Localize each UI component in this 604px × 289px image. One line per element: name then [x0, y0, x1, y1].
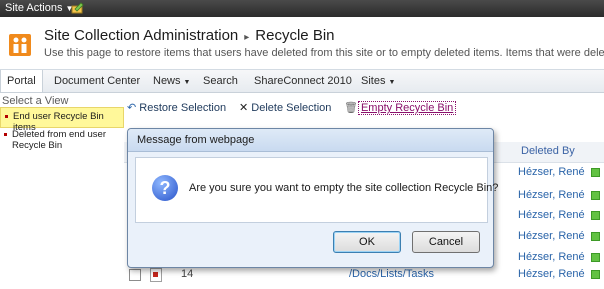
select-view-heading: Select a View: [2, 95, 69, 107]
nav-item-document-center[interactable]: Document Center: [54, 70, 140, 92]
view-deleted-from-end-user[interactable]: Deleted from end user Recycle Bin: [0, 129, 122, 153]
deleted-by-user[interactable]: Hézser, René: [518, 268, 600, 280]
presence-icon: [590, 231, 600, 241]
left-navigation: Select a View End user Recycle Bin items…: [0, 93, 124, 289]
nav-item-news-label: News: [153, 75, 181, 87]
user-name: Hézser, René: [518, 189, 585, 201]
ok-button[interactable]: OK: [333, 231, 401, 253]
site-actions-menu[interactable]: Site Actions ▼: [5, 2, 73, 14]
user-name: Hézser, René: [518, 166, 585, 178]
cancel-button[interactable]: Cancel: [412, 231, 480, 253]
deleted-by-user[interactable]: Hézser, René: [518, 189, 600, 201]
question-icon: ?: [152, 175, 178, 201]
nav-item-sites[interactable]: Sites ▼: [361, 70, 395, 92]
user-name: Hézser, René: [518, 268, 585, 280]
view-end-user-items[interactable]: End user Recycle Bin items: [0, 107, 124, 133]
deleted-by-user[interactable]: Hézser, René: [518, 209, 600, 221]
nav-item-search[interactable]: Search: [203, 70, 238, 92]
page-title-text: Recycle Bin: [255, 27, 335, 44]
dialog-body: ? Are you sure you want to empty the sit…: [135, 157, 498, 223]
row-path-link[interactable]: /Docs/Lists/Tasks: [349, 268, 434, 280]
chevron-down-icon: ▼: [388, 79, 396, 86]
restore-label: Restore Selection: [139, 102, 227, 114]
empty-recycle-bin-button[interactable]: 🗑 Empty Recycle Bin: [344, 101, 457, 115]
bullet-icon: [4, 133, 7, 136]
site-title-link[interactable]: Site Collection Administration: [44, 27, 238, 44]
restore-icon: ↶: [127, 102, 137, 114]
user-name: Hézser, René: [518, 209, 585, 221]
user-name: Hézser, René: [518, 230, 585, 242]
presence-icon: [590, 190, 600, 200]
presence-icon: [590, 167, 600, 177]
user-name: Hézser, René: [518, 251, 585, 263]
site-logo-icon: [9, 34, 31, 56]
deleted-by-user[interactable]: Hézser, René: [518, 251, 600, 263]
page-title: Site Collection Administration ▸ Recycle B…: [44, 27, 335, 44]
nav-item-portal[interactable]: Portal: [0, 70, 43, 92]
row-checkbox[interactable]: [129, 269, 141, 281]
view-label: Deleted from end user Recycle Bin: [12, 129, 106, 151]
dialog-title-bar[interactable]: Message from webpage: [128, 129, 493, 152]
delete-label: Delete Selection: [251, 102, 332, 114]
edit-page-icon[interactable]: [71, 2, 84, 14]
recycle-bin-icon: 🗑: [344, 102, 358, 114]
dialog-message: Are you sure you want to empty the site …: [189, 182, 499, 194]
restore-selection-button[interactable]: ↶ Restore Selection: [127, 101, 226, 114]
nav-item-news[interactable]: News ▼: [153, 70, 190, 92]
presence-icon: [590, 269, 600, 279]
empty-recycle-bin-label: Empty Recycle Bin: [357, 101, 457, 115]
nav-item-sites-label: Sites: [361, 75, 386, 87]
nav-item-shareconnect[interactable]: ShareConnect 2010: [254, 70, 352, 92]
delete-icon: ✕: [239, 102, 249, 114]
row-id: 14: [181, 268, 194, 280]
deleted-by-user[interactable]: Hézser, René: [518, 230, 600, 242]
top-navigation: Portal Document Center News ▼ Search Shar…: [0, 69, 604, 93]
page-description: Use this page to restore items that user…: [44, 47, 604, 59]
confirm-dialog: Message from webpage ? Are you sure you …: [127, 128, 498, 268]
dialog-title: Message from webpage: [137, 134, 255, 146]
presence-icon: [590, 252, 600, 262]
column-header-deleted-by[interactable]: Deleted By: [521, 145, 575, 157]
task-list-icon: [150, 268, 162, 282]
presence-icon: [590, 210, 600, 220]
site-actions-label: Site Actions: [5, 2, 63, 14]
deleted-by-user[interactable]: Hézser, René: [518, 166, 600, 178]
delete-selection-button[interactable]: ✕ Delete Selection: [239, 101, 331, 114]
chevron-down-icon: ▼: [183, 79, 191, 86]
top-bar: Site Actions ▼: [0, 0, 604, 17]
bullet-icon: [5, 115, 8, 118]
breadcrumb-separator-icon: ▸: [244, 32, 250, 43]
